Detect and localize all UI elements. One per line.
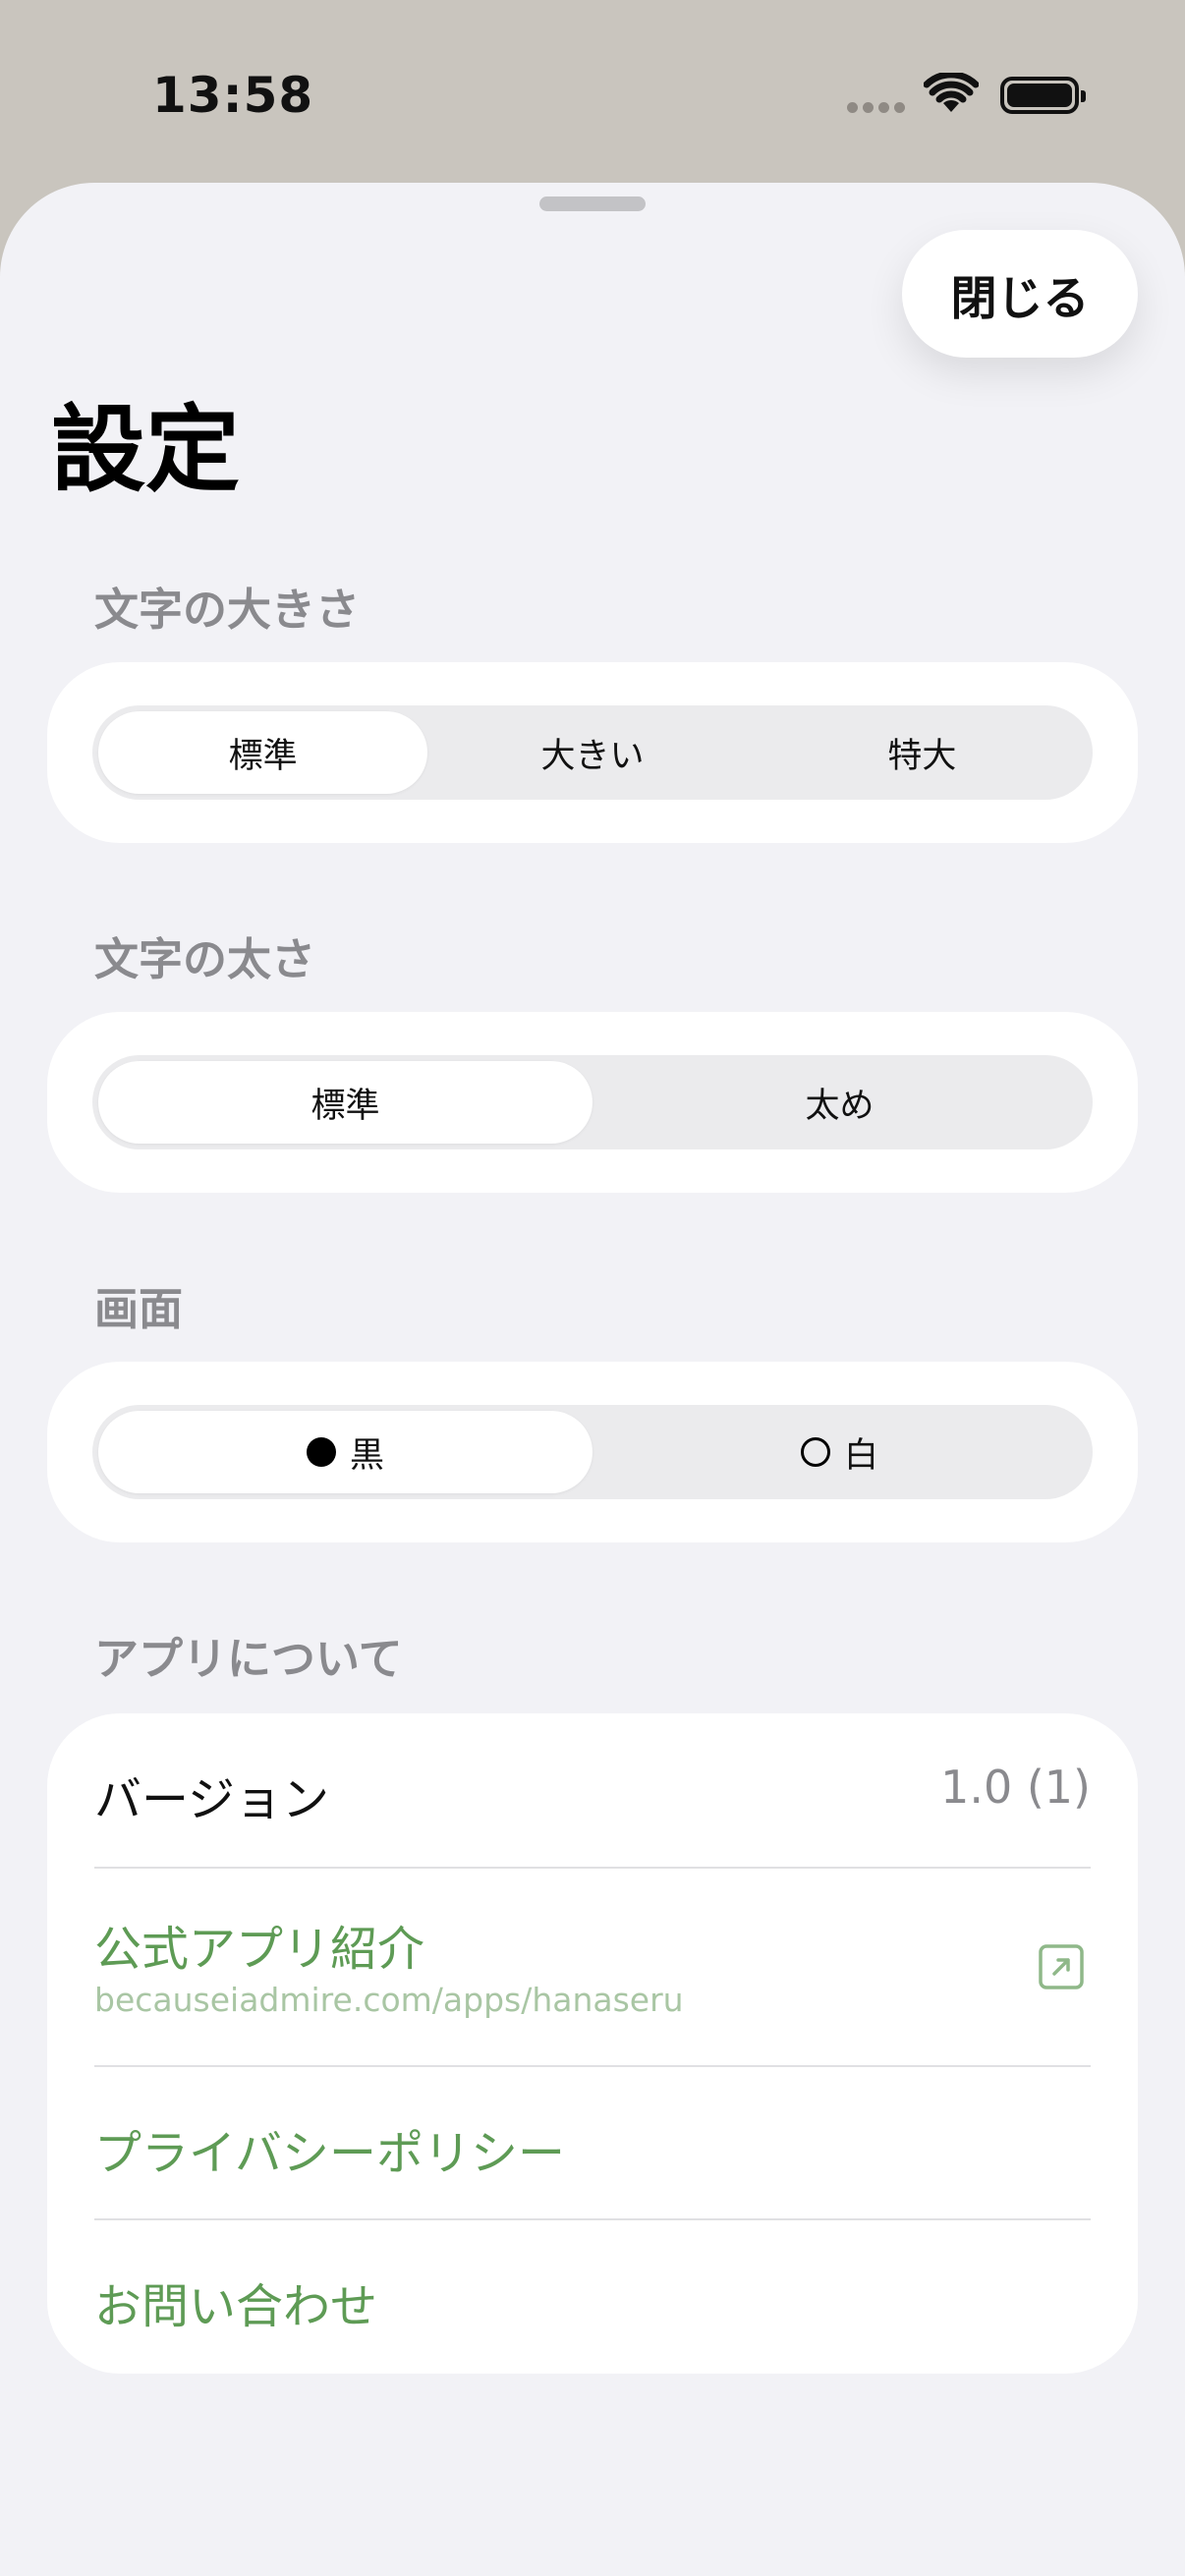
contact-link[interactable]: お問い合わせ bbox=[94, 2268, 377, 2336]
font-weight-option-bold[interactable]: 太め bbox=[592, 1061, 1087, 1144]
status-time: 13:58 bbox=[152, 67, 314, 124]
font-size-option-large[interactable]: 大きい bbox=[427, 711, 757, 794]
official-app-url: becauseiadmire.com/apps/hanaseru bbox=[94, 1981, 684, 2019]
privacy-policy-row[interactable]: プライバシーポリシー bbox=[94, 2067, 1091, 2218]
filled-circle-icon bbox=[306, 1437, 336, 1467]
settings-sheet: 閉じる 設定 文字の大きさ 標準 大きい 特大 文字の太さ 標準 太め 画面 黒… bbox=[0, 183, 1185, 2576]
font-size-option-extra-large[interactable]: 特大 bbox=[758, 711, 1087, 794]
section-title-about: アプリについて bbox=[94, 1633, 403, 1685]
font-size-card: 標準 大きい 特大 bbox=[47, 662, 1138, 843]
outline-circle-icon bbox=[800, 1437, 830, 1467]
wifi-icon bbox=[924, 73, 979, 112]
screen-option-black-label: 黒 bbox=[349, 1435, 384, 1476]
font-weight-card: 標準 太め bbox=[47, 1012, 1138, 1193]
screen-segmented-control: 黒 白 bbox=[92, 1405, 1093, 1499]
screen-option-white[interactable]: 白 bbox=[592, 1411, 1087, 1493]
status-bar: 13:58 bbox=[0, 0, 1185, 183]
sheet-grabber[interactable] bbox=[539, 196, 646, 211]
screen-option-black[interactable]: 黒 bbox=[98, 1411, 592, 1493]
privacy-policy-link[interactable]: プライバシーポリシー bbox=[94, 2114, 565, 2183]
section-title-font-size: 文字の大きさ bbox=[94, 584, 361, 636]
section-title-font-weight: 文字の太さ bbox=[94, 933, 316, 985]
battery-icon bbox=[1000, 77, 1086, 114]
close-button[interactable]: 閉じる bbox=[902, 230, 1138, 358]
cellular-signal-icon bbox=[847, 102, 906, 116]
version-value: 1.0 (1) bbox=[940, 1761, 1091, 1814]
section-title-screen: 画面 bbox=[94, 1283, 184, 1335]
external-link-icon bbox=[1039, 1944, 1084, 1989]
page-title: 設定 bbox=[51, 395, 240, 505]
font-size-segmented-control: 標準 大きい 特大 bbox=[92, 705, 1093, 800]
font-size-option-standard[interactable]: 標準 bbox=[98, 711, 428, 794]
version-row: バージョン 1.0 (1) bbox=[94, 1713, 1091, 1867]
official-app-row[interactable]: 公式アプリ紹介 becauseiadmire.com/apps/hanaseru bbox=[94, 1869, 1091, 2065]
about-card: バージョン 1.0 (1) 公式アプリ紹介 becauseiadmire.com… bbox=[47, 1713, 1138, 2374]
official-app-link[interactable]: 公式アプリ紹介 bbox=[94, 1910, 424, 1979]
font-weight-segmented-control: 標準 太め bbox=[92, 1055, 1093, 1149]
contact-row[interactable]: お問い合わせ bbox=[94, 2220, 1091, 2374]
screen-option-white-label: 白 bbox=[843, 1435, 878, 1476]
version-label: バージョン bbox=[94, 1772, 330, 1827]
screen-card: 黒 白 bbox=[47, 1362, 1138, 1542]
font-weight-option-standard[interactable]: 標準 bbox=[98, 1061, 592, 1144]
